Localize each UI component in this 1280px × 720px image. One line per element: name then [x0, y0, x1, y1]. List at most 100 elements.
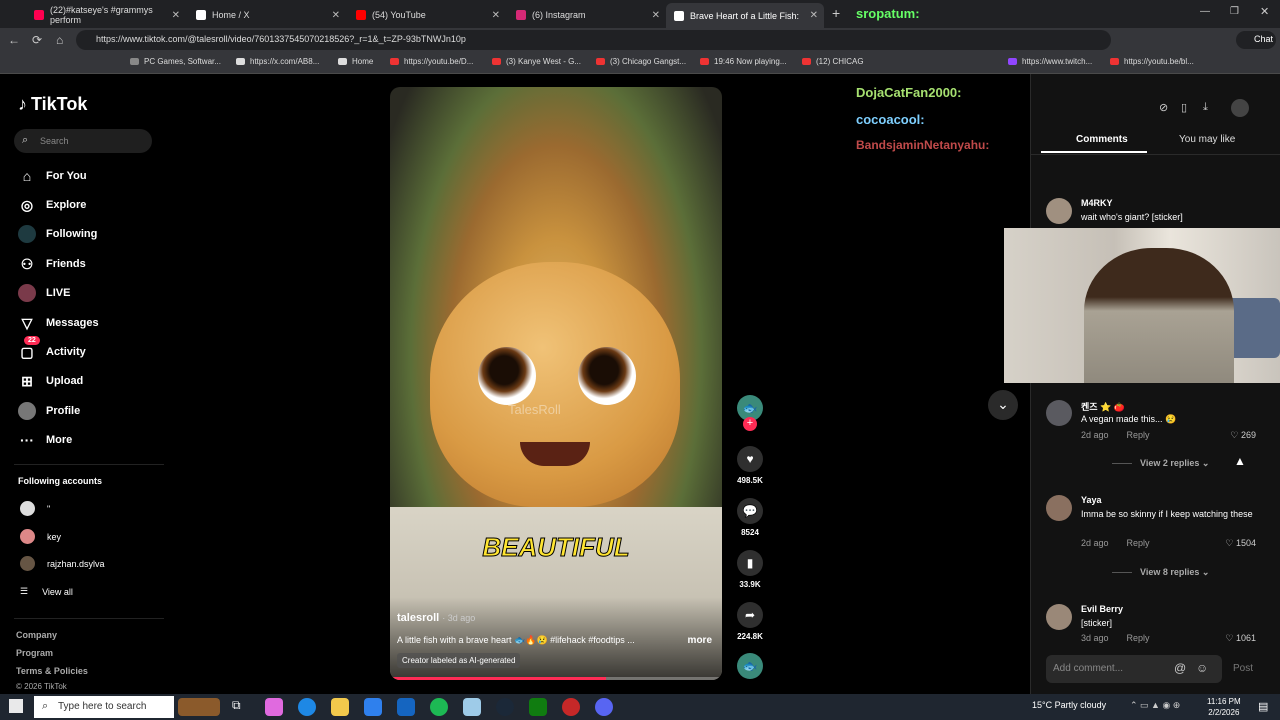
- like-button[interactable]: ♥ 498.5K: [735, 446, 765, 485]
- share-button[interactable]: ➦ 224.8K: [735, 602, 765, 641]
- avatar[interactable]: [1046, 400, 1072, 426]
- like-comment-button[interactable]: ♡ 1504: [1225, 538, 1256, 549]
- emoji-icon[interactable]: ☺: [1196, 661, 1208, 675]
- app-icon[interactable]: [463, 698, 481, 716]
- browser-tab[interactable]: (6) Instagram ✕: [508, 4, 666, 26]
- bookmark[interactable]: Home: [338, 57, 373, 66]
- close-icon[interactable]: ✕: [172, 10, 180, 21]
- browser-tab[interactable]: (22)#katseye's #grammys perform ✕: [26, 4, 186, 26]
- close-icon[interactable]: ✕: [652, 10, 660, 21]
- close-window-button[interactable]: ✕: [1260, 5, 1269, 18]
- comment-author[interactable]: 켄즈 ⭐️ 🍅: [1081, 400, 1125, 413]
- nav-explore[interactable]: ◎ Explore: [18, 196, 86, 214]
- post-button[interactable]: Post: [1233, 663, 1253, 674]
- nav-friends[interactable]: ⚇ Friends: [18, 255, 86, 273]
- close-icon[interactable]: ✕: [332, 10, 340, 21]
- new-tab-button[interactable]: +: [832, 5, 840, 21]
- bookmark[interactable]: (12) CHICAG: [802, 57, 864, 66]
- nav-following[interactable]: Following: [18, 225, 97, 243]
- back-icon[interactable]: ←: [8, 33, 20, 47]
- mention-icon[interactable]: @: [1174, 661, 1186, 675]
- nav-activity[interactable]: ▢ Activity 22: [18, 336, 86, 361]
- video-author[interactable]: talesroll · 3d ago: [397, 612, 475, 624]
- nav-more[interactable]: ··· More: [18, 431, 72, 449]
- url-field[interactable]: https://www.tiktok.com/@talesroll/video/…: [76, 30, 1111, 50]
- maximize-button[interactable]: ❐: [1230, 6, 1239, 17]
- more-button[interactable]: more: [688, 635, 712, 646]
- reply-button[interactable]: Reply: [1127, 538, 1150, 548]
- avatar[interactable]: [1046, 198, 1072, 224]
- footer-terms[interactable]: Terms & Policies: [16, 666, 88, 676]
- taskbar-search[interactable]: ⌕ Type here to search: [34, 696, 174, 718]
- search-input[interactable]: ⌕ Search: [14, 129, 152, 153]
- nav-messages[interactable]: ▽ Messages: [18, 314, 99, 332]
- windows-start-icon[interactable]: [9, 699, 23, 713]
- browser-tab[interactable]: Home / X ✕: [188, 4, 346, 26]
- view-all-link[interactable]: ☰ View all: [20, 586, 73, 597]
- download-icon[interactable]: ⤓: [1203, 101, 1208, 114]
- bookmark[interactable]: PC Games, Softwar...: [130, 57, 221, 66]
- bookmark[interactable]: (3) Chicago Gangst...: [596, 57, 686, 66]
- discord-icon[interactable]: [595, 698, 613, 716]
- bookmark[interactable]: https://www.twitch...: [1008, 57, 1092, 66]
- system-tray-icons[interactable]: ⌃ ▭ ▲ ◉ ⊕: [1130, 700, 1180, 711]
- obs-icon[interactable]: [562, 698, 580, 716]
- copilot-icon[interactable]: [265, 698, 283, 716]
- reply-button[interactable]: Reply: [1127, 430, 1150, 440]
- outlook-icon[interactable]: [397, 698, 415, 716]
- bookmark[interactable]: https://youtu.be/bl...: [1110, 57, 1194, 66]
- reply-button[interactable]: Reply: [1127, 633, 1150, 643]
- save-button[interactable]: ▮ 33.9K: [735, 550, 765, 589]
- following-account[interactable]: rajzhan.dsylva: [20, 556, 105, 571]
- comment-author[interactable]: M4RKY: [1081, 198, 1113, 208]
- tiktok-logo[interactable]: ♪ TikTok: [18, 94, 87, 115]
- weather-widget[interactable]: 15°C Partly cloudy: [1032, 700, 1106, 710]
- avatar[interactable]: [1046, 495, 1072, 521]
- clock[interactable]: 11:16 PM 2/2/2026: [1207, 696, 1241, 718]
- nav-live[interactable]: LIVE: [18, 284, 70, 302]
- avatar[interactable]: [1046, 604, 1072, 630]
- xbox-icon[interactable]: [529, 698, 547, 716]
- bookmark[interactable]: https://x.com/AB8...: [236, 57, 319, 66]
- view-replies-button[interactable]: View 2 replies ⌄: [1112, 458, 1209, 469]
- close-icon[interactable]: ✕: [492, 10, 500, 21]
- comment-author[interactable]: Yaya: [1081, 495, 1102, 505]
- browser-tab[interactable]: (54) YouTube ✕: [348, 4, 506, 26]
- nav-profile[interactable]: Profile: [18, 402, 80, 420]
- music-disc[interactable]: 🐟: [735, 653, 765, 679]
- notifications-icon[interactable]: ▤: [1258, 700, 1268, 713]
- spotify-icon[interactable]: [430, 698, 448, 716]
- creator-avatar[interactable]: 🐟 +: [735, 395, 765, 431]
- comment-button[interactable]: 💬 8524: [735, 498, 765, 537]
- like-comment-button[interactable]: ♡ 1061: [1225, 633, 1256, 644]
- comment-author[interactable]: Evil Berry: [1081, 604, 1123, 614]
- chat-button[interactable]: Chat: [1236, 31, 1276, 49]
- next-video-button[interactable]: ⌄: [988, 390, 1018, 420]
- bookmark[interactable]: 19:46 Now playing...: [700, 57, 787, 66]
- tab-comments[interactable]: Comments: [1076, 134, 1128, 145]
- video-player[interactable]: TalesRoll BEAUTIFUL talesroll · 3d ago A…: [390, 87, 722, 680]
- home-icon[interactable]: ⌂: [56, 33, 63, 47]
- nav-upload[interactable]: ⊞ Upload: [18, 372, 83, 390]
- nav-for-you[interactable]: ⌂ For You: [18, 167, 87, 185]
- news-widget-icon[interactable]: [178, 698, 220, 716]
- tab-you-may-like[interactable]: You may like: [1179, 134, 1235, 145]
- embed-icon[interactable]: ⊘: [1159, 101, 1168, 114]
- following-account[interactable]: key: [20, 529, 61, 544]
- device-icon[interactable]: ▯: [1181, 101, 1187, 114]
- edge-icon[interactable]: [298, 698, 316, 716]
- reload-icon[interactable]: ⟳: [32, 33, 42, 47]
- file-explorer-icon[interactable]: [331, 698, 349, 716]
- view-replies-button[interactable]: View 8 replies ⌄: [1112, 567, 1209, 578]
- browser-tab-active[interactable]: Brave Heart of a Little Fish: Cr ✕: [666, 3, 824, 28]
- store-icon[interactable]: [364, 698, 382, 716]
- add-comment-input[interactable]: Add comment... @ ☺: [1046, 655, 1222, 683]
- follow-plus-icon[interactable]: +: [743, 417, 757, 431]
- minimize-button[interactable]: —: [1200, 6, 1210, 17]
- footer-program[interactable]: Program: [16, 648, 53, 658]
- bookmark[interactable]: (3) Kanye West - G...: [492, 57, 581, 66]
- footer-company[interactable]: Company: [16, 630, 57, 640]
- task-view-icon[interactable]: ⧉: [232, 698, 250, 716]
- bookmark[interactable]: https://youtu.be/D...: [390, 57, 473, 66]
- video-progress-bar[interactable]: [390, 677, 722, 680]
